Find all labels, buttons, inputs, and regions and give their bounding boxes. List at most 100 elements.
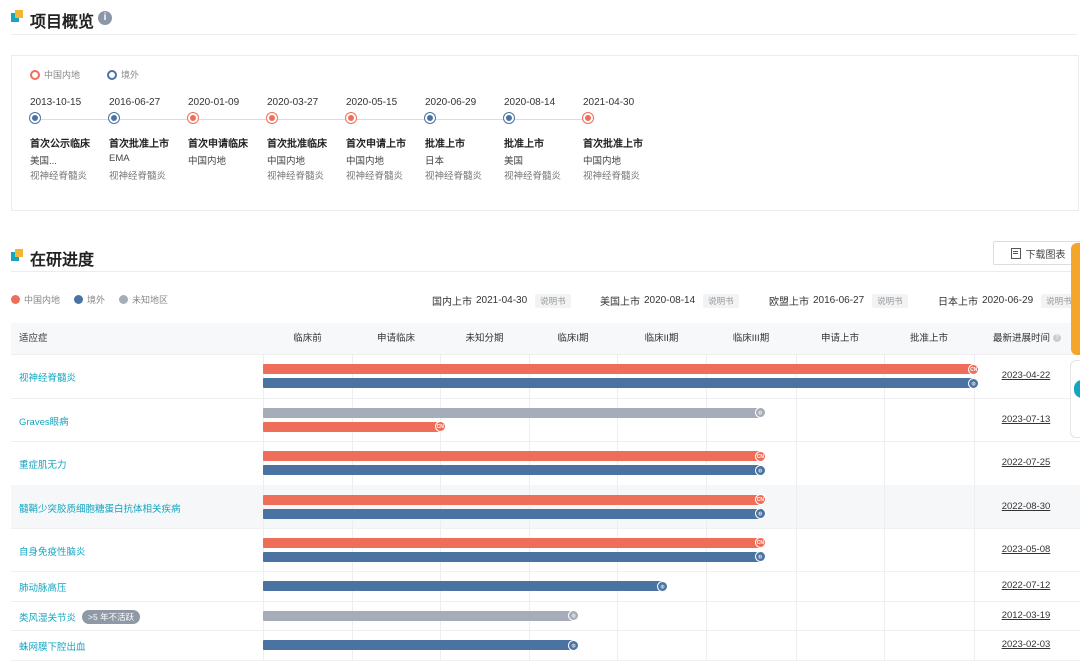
indication-name[interactable]: 类风湿关节炎 bbox=[19, 610, 76, 624]
table-row: 蛛网膜下腔出血 ◍ 2023-02-03 bbox=[11, 630, 1080, 661]
latest-progress-date[interactable]: 2022-07-12 bbox=[986, 580, 1066, 591]
timeline-date: 2020-05-15 bbox=[346, 97, 398, 108]
launch-date: 2020-08-14 bbox=[644, 295, 696, 306]
grid-line bbox=[706, 398, 707, 441]
timeline-event: 首次申请上市 bbox=[346, 139, 406, 150]
cn-marker: CN bbox=[754, 450, 766, 462]
timeline-indication: 视神经脊髓炎 bbox=[425, 171, 483, 182]
help-icon[interactable]: ? bbox=[1053, 334, 1061, 343]
latest-progress-date[interactable]: 2023-05-08 bbox=[986, 544, 1066, 555]
indication-link[interactable]: 髓鞘少突胶质细胞糖蛋白抗体相关疾病 bbox=[19, 501, 181, 515]
launch-item: 日本上市 2020-06-29 说明书 bbox=[938, 293, 1077, 308]
indication-link[interactable]: 蛛网膜下腔出血 bbox=[19, 639, 86, 653]
grid-line bbox=[352, 528, 353, 571]
grid-line bbox=[796, 354, 797, 398]
launch-date: 2020-06-29 bbox=[982, 295, 1034, 306]
grid-line bbox=[796, 630, 797, 660]
grid-line bbox=[706, 601, 707, 630]
globe-icon: ◍ bbox=[754, 551, 766, 562]
timeline-event: 首次批准上市 bbox=[109, 139, 169, 150]
indication-name[interactable]: 髓鞘少突胶质细胞糖蛋白抗体相关疾病 bbox=[19, 501, 181, 515]
legend-label: 中国内地 bbox=[44, 70, 81, 80]
table-row: 视神经脊髓炎 CN ◍ 2023-04-22 bbox=[11, 354, 1080, 399]
timeline-item: 2013-10-15 首次公示临床 美国... 视神经脊髓炎 bbox=[30, 97, 110, 187]
timeline-region: 日本 bbox=[425, 156, 445, 167]
legend-item: 境外 bbox=[107, 68, 139, 81]
column-header-label: 临床II期 bbox=[644, 333, 679, 344]
grid-line bbox=[440, 441, 441, 485]
grid-line bbox=[529, 528, 530, 571]
launch-label: 美国上市 bbox=[600, 297, 640, 308]
cn-marker: CN bbox=[754, 494, 766, 505]
grid-line bbox=[352, 398, 353, 441]
globe-icon: ◍ bbox=[657, 580, 669, 592]
globe-icon: ◍ bbox=[754, 407, 766, 418]
floating-toolbar[interactable] bbox=[1070, 360, 1080, 438]
legend-item: 中国内地 bbox=[30, 68, 80, 81]
latest-progress-date[interactable]: 2022-07-25 bbox=[986, 457, 1066, 468]
latest-progress-date[interactable]: 2022-08-30 bbox=[986, 501, 1066, 512]
latest-progress-date[interactable]: 2023-04-22 bbox=[986, 370, 1066, 381]
timeline-item: 2020-08-14 批准上市 美国 视神经脊髓炎 bbox=[504, 97, 584, 187]
indication-link[interactable]: 重症肌无力 bbox=[19, 457, 67, 471]
progress-bar bbox=[263, 364, 975, 374]
indication-link[interactable]: Graves眼病 bbox=[19, 414, 69, 428]
timeline-date: 2016-06-27 bbox=[109, 97, 161, 108]
grid-line bbox=[884, 398, 885, 441]
pipeline-table: 适应症 临床前 申请临床 未知分期 临床I期 临床II期 临床III期 申请上市 批准上市 最新进… bbox=[11, 323, 1080, 663]
indication-name[interactable]: 重症肌无力 bbox=[19, 457, 67, 471]
cn-marker: CN bbox=[754, 537, 766, 548]
timeline-item: 2020-01-09 首次申请临床 中国内地 bbox=[188, 97, 268, 187]
info-icon[interactable]: i bbox=[98, 11, 112, 25]
indication-link[interactable]: 肺动脉高压 bbox=[19, 580, 67, 594]
grid-line bbox=[974, 398, 975, 441]
column-header-label: 批准上市 bbox=[909, 333, 948, 344]
latest-progress-date[interactable]: 2023-02-03 bbox=[986, 639, 1066, 650]
indication-link[interactable]: 视神经脊髓炎 bbox=[19, 370, 76, 384]
timeline-date: 2020-03-27 bbox=[267, 97, 319, 108]
indication-link[interactable]: 类风湿关节炎 >5 年不活跃 bbox=[19, 609, 141, 624]
timeline-date: 2020-08-14 bbox=[504, 97, 556, 108]
latest-progress-date[interactable]: 2023-07-13 bbox=[986, 414, 1066, 425]
download-chart-button[interactable]: 下载图表 bbox=[993, 241, 1080, 265]
timeline-node bbox=[583, 113, 593, 123]
grid-line bbox=[796, 601, 797, 630]
launch-date: 2016-06-27 bbox=[813, 295, 865, 306]
indication-link[interactable]: 自身免疫性脑炎 bbox=[19, 544, 86, 558]
grid-line bbox=[706, 354, 707, 398]
column-header-label: 临床III期 bbox=[732, 333, 770, 344]
download-label: 下载图表 bbox=[1025, 249, 1066, 261]
progress-bar bbox=[263, 581, 664, 591]
timeline-date: 2021-04-30 bbox=[583, 97, 635, 108]
grid-line bbox=[796, 571, 797, 601]
legend-marker bbox=[11, 295, 20, 304]
indication-name[interactable]: 蛛网膜下腔出血 bbox=[19, 639, 86, 653]
grid-line bbox=[974, 571, 975, 601]
indication-name[interactable]: 肺动脉高压 bbox=[19, 580, 67, 594]
timeline-node bbox=[346, 113, 356, 123]
timeline-event: 首次公示临床 bbox=[30, 139, 90, 150]
indication-name[interactable]: 自身免疫性脑炎 bbox=[19, 544, 86, 558]
grid-line bbox=[884, 601, 885, 630]
grid-line bbox=[796, 485, 797, 528]
grid-line bbox=[617, 601, 618, 630]
legend-item: 境外 bbox=[74, 293, 105, 306]
table-row: 髓鞘少突胶质细胞糖蛋白抗体相关疾病 CN ◍ 2022-08-30 bbox=[11, 485, 1080, 529]
manual-link[interactable]: 说明书 bbox=[872, 293, 908, 308]
grid-line bbox=[263, 398, 264, 441]
latest-progress-date[interactable]: 2012-03-19 bbox=[986, 610, 1066, 621]
grid-line bbox=[974, 354, 975, 398]
floating-panel-tab[interactable] bbox=[1071, 243, 1080, 355]
indication-name[interactable]: Graves眼病 bbox=[19, 414, 69, 428]
column-header: 申请上市 bbox=[796, 323, 884, 354]
grid-line bbox=[617, 441, 618, 485]
manual-link[interactable]: 说明书 bbox=[535, 293, 571, 308]
timeline-region: 美国 bbox=[504, 156, 524, 167]
legend-label: 未知地区 bbox=[132, 295, 169, 305]
manual-link[interactable]: 说明书 bbox=[703, 293, 739, 308]
grid-line bbox=[529, 441, 530, 485]
indication-name[interactable]: 视神经脊髓炎 bbox=[19, 370, 76, 384]
table-row: 肺动脉高压 ◍ 2022-07-12 bbox=[11, 571, 1080, 602]
grid-line bbox=[884, 571, 885, 601]
grid-line bbox=[884, 485, 885, 528]
